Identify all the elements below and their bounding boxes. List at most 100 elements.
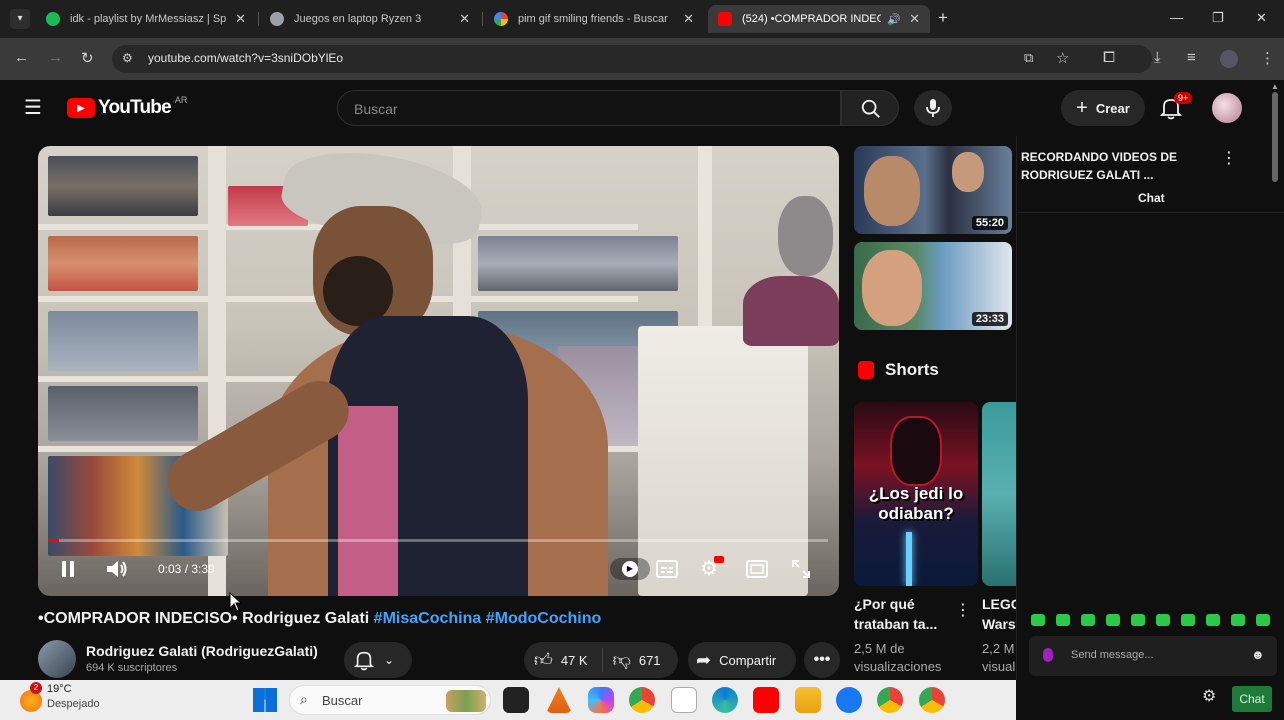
pause-icon[interactable] [60, 560, 76, 578]
page-scrollbar[interactable] [1272, 92, 1278, 182]
emote-icon[interactable] [1181, 614, 1195, 626]
emoji-icon[interactable]: ☻ [1251, 647, 1265, 662]
media-control-icon[interactable]: ≡ [1187, 49, 1196, 66]
emote-icon[interactable] [1056, 614, 1070, 626]
forward-icon[interactable]: → [48, 49, 63, 66]
close-tab-icon[interactable]: ✕ [909, 11, 920, 27]
chrome-active-app-icon[interactable] [877, 687, 903, 713]
tab-search-icon[interactable]: ▾ [10, 9, 30, 29]
emote-icon[interactable] [1231, 614, 1245, 626]
browser-tab-juegos[interactable]: Juegos en laptop Ryzen 3 ✕ [260, 5, 480, 33]
emote-icon[interactable] [1206, 614, 1220, 626]
lightsaber [906, 532, 912, 586]
chat-menu-icon[interactable]: ⋮ [1221, 148, 1237, 168]
browser-tab-youtube[interactable]: (524) •COMPRADOR INDEC 🔊 ✕ [708, 5, 930, 33]
voice-search-button[interactable] [914, 90, 952, 126]
restore-icon[interactable]: ❐ [1212, 10, 1224, 26]
chat-send-button[interactable]: Chat [1232, 686, 1272, 712]
recommended-video-thumbnail[interactable]: 55:20 [854, 146, 1012, 234]
tab-separator [482, 12, 483, 26]
recommended-video-thumbnail[interactable]: 23:33 [854, 242, 1012, 330]
thumbnail-person-face [952, 152, 984, 192]
search-input[interactable]: Buscar [337, 90, 841, 126]
youtube-logo[interactable]: ▶ YouTube AR [67, 95, 187, 119]
close-window-icon[interactable]: ✕ [1256, 10, 1267, 26]
emote-icon[interactable] [1106, 614, 1120, 626]
close-tab-icon[interactable]: ✕ [683, 11, 694, 27]
account-avatar[interactable] [1212, 93, 1242, 123]
chrome-menu-icon[interactable]: ⋮ [1260, 49, 1275, 67]
chevron-down-icon: ⌄ [384, 653, 395, 667]
youtube-play-logo-icon: ▶ [67, 98, 95, 118]
chrome-app-icon[interactable] [629, 687, 655, 713]
hashtag-link[interactable]: #ModoCochino [486, 610, 602, 627]
download-icon[interactable]: ⤓ [1154, 49, 1161, 66]
new-tab-icon[interactable]: + [938, 8, 948, 28]
fullscreen-icon[interactable] [791, 559, 811, 579]
autoplay-toggle[interactable]: ▶ [610, 558, 650, 580]
taskbar-search-box[interactable]: ⌕ Buscar [289, 685, 491, 715]
short-thumbnail[interactable]: ¿Los jedi lo odiaban? [854, 402, 978, 586]
browser-tab-spotify[interactable]: idk - playlist by MrMessiasz | Sp ✕ [36, 5, 256, 33]
settings-button[interactable]: ⚙ [700, 556, 728, 580]
create-button[interactable]: + Crear [1061, 90, 1145, 126]
site-info-icon[interactable]: ⚙ [122, 51, 133, 65]
notifications-button[interactable]: 9+ [1160, 92, 1193, 122]
subscription-bell-button[interactable]: ⌄ [344, 642, 412, 678]
copilot-app-icon[interactable] [588, 687, 614, 713]
windows-start-icon[interactable] [253, 688, 277, 712]
facebook-app-icon[interactable] [836, 687, 862, 713]
bookmark-star-icon[interactable]: ☆ [1056, 49, 1069, 67]
chat-tab[interactable]: Chat [1138, 191, 1165, 205]
dislike-button[interactable]: 👎︎ 671 [603, 649, 661, 671]
minimize-icon[interactable]: — [1170, 10, 1183, 25]
chat-settings-gear-icon[interactable]: ⚙ [1202, 686, 1216, 706]
file-app-icon[interactable] [671, 687, 697, 713]
emote-icon[interactable] [1031, 614, 1045, 626]
search-button[interactable] [841, 90, 899, 126]
message-placeholder: Send message... [1071, 649, 1154, 661]
emote-icon[interactable] [1256, 614, 1270, 626]
vlc-app-icon[interactable] [546, 687, 572, 713]
scroll-up-icon[interactable]: ▲ [1271, 82, 1279, 91]
close-tab-icon[interactable]: ✕ [235, 11, 246, 27]
back-icon[interactable]: ← [14, 49, 29, 66]
app-icon[interactable] [919, 687, 945, 713]
hamburger-menu-icon[interactable]: ☰ [24, 95, 42, 120]
short-more-icon[interactable]: ⋮ [955, 600, 971, 620]
file-explorer-icon[interactable] [795, 687, 821, 713]
short-title[interactable]: ¿Por qué trataban ta... [854, 594, 950, 634]
audio-playing-icon[interactable]: 🔊 [887, 13, 901, 26]
weather-widget[interactable]: 2 19°C Despejado [0, 680, 120, 720]
youtube-app-icon[interactable] [753, 687, 779, 713]
chat-message-input[interactable]: Send message... ☻ [1029, 636, 1277, 676]
video-player[interactable]: 0:03 / 3:39 ▶ ⚙ [38, 146, 839, 596]
video-duration: 55:20 [971, 216, 1008, 230]
short-thumbnail[interactable] [982, 402, 1016, 586]
profile-avatar[interactable] [1220, 50, 1238, 68]
terminal-app-icon[interactable] [503, 687, 529, 713]
plus-icon: + [1076, 96, 1088, 119]
volume-icon[interactable] [105, 559, 129, 579]
channel-avatar[interactable] [38, 640, 76, 678]
edge-app-icon[interactable] [712, 687, 738, 713]
subtitles-icon[interactable] [656, 560, 678, 578]
hashtag-link[interactable]: #MisaCochina [374, 610, 482, 627]
share-button[interactable]: ➦ Compartir [688, 642, 796, 678]
like-button[interactable]: 👍︎ 47 K [524, 649, 588, 671]
address-bar[interactable]: ⚙ youtube.com/watch?v=3sniDObYlEo ⧉ ☆ [112, 45, 1152, 73]
channel-name[interactable]: Rodriguez Galati (RodriguezGalati) [86, 643, 318, 659]
close-tab-icon[interactable]: ✕ [459, 11, 470, 27]
emote-icon[interactable] [1081, 614, 1095, 626]
emote-icon[interactable] [1156, 614, 1170, 626]
extensions-icon[interactable]: ⧠ [1103, 49, 1115, 66]
tab-title: Juegos en laptop Ryzen 3 [294, 13, 422, 25]
more-actions-button[interactable]: ••• [804, 642, 840, 678]
short-title[interactable]: LEGO Wars [982, 594, 1016, 634]
miniplayer-icon[interactable] [746, 560, 768, 578]
seek-bar[interactable] [48, 539, 828, 542]
emote-icon[interactable] [1131, 614, 1145, 626]
reload-icon[interactable]: ↻ [81, 49, 94, 67]
browser-tab-google[interactable]: pim gif smiling friends - Buscar ✕ [484, 5, 704, 33]
install-app-icon[interactable]: ⧉ [1024, 50, 1033, 66]
